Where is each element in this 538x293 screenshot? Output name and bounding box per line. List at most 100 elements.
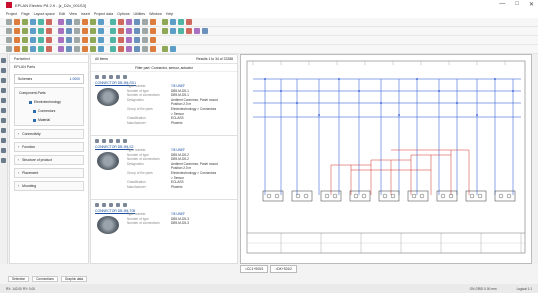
potential-icon[interactable]	[1, 148, 6, 153]
place-icon[interactable]	[123, 139, 127, 143]
toolbar-button-icon[interactable]	[14, 37, 20, 43]
toolbar-button-icon[interactable]	[82, 46, 88, 52]
toolbar-button-icon[interactable]	[90, 46, 96, 52]
group-structure[interactable]: › Structure of product	[14, 155, 84, 165]
info-icon[interactable]	[109, 75, 113, 79]
toolbar-button-icon[interactable]	[74, 37, 80, 43]
toolbar-button-icon[interactable]	[110, 46, 116, 52]
add-icon[interactable]	[95, 75, 99, 79]
toolbar-button-icon[interactable]	[150, 28, 156, 34]
toolbar-button-icon[interactable]	[178, 28, 184, 34]
toolbar-button-icon[interactable]	[66, 28, 72, 34]
toolbar-button-icon[interactable]	[22, 19, 28, 25]
toolbar-button-icon[interactable]	[46, 46, 52, 52]
toolbar-button-icon[interactable]	[38, 46, 44, 52]
toolbar-button-icon[interactable]	[58, 28, 64, 34]
copy-icon[interactable]	[102, 203, 106, 207]
toolbar-button-icon[interactable]	[134, 37, 140, 43]
toolbar-button-icon[interactable]	[98, 19, 104, 25]
toolbar-button-icon[interactable]	[46, 19, 52, 25]
toolbar-button-icon[interactable]	[126, 19, 132, 25]
group-mounting[interactable]: › Mounting	[14, 181, 84, 191]
toolbar-button-icon[interactable]	[82, 28, 88, 34]
toolbar-button-icon[interactable]	[134, 46, 140, 52]
scheme-filter[interactable]: Schemes 1.0000	[14, 74, 84, 84]
toolbar-button-icon[interactable]	[30, 37, 36, 43]
toolbar-button-icon[interactable]	[14, 46, 20, 52]
add-icon[interactable]	[95, 203, 99, 207]
toolbar-button-icon[interactable]	[14, 28, 20, 34]
toolbar-button-icon[interactable]	[186, 19, 192, 25]
tab-page-1[interactable]: =CC1+S00/1	[240, 265, 269, 273]
copy-icon[interactable]	[102, 139, 106, 143]
connection-icon[interactable]	[1, 88, 6, 93]
toolbar-button-icon[interactable]	[118, 19, 124, 25]
toolbar-button-icon[interactable]	[30, 46, 36, 52]
black-box-icon[interactable]	[1, 128, 6, 133]
toolbar-button-icon[interactable]	[178, 19, 184, 25]
toolbar-button-icon[interactable]	[82, 19, 88, 25]
toolbar-button-icon[interactable]	[134, 19, 140, 25]
place-icon[interactable]	[123, 203, 127, 207]
toolbar-button-icon[interactable]	[90, 19, 96, 25]
toolbar-button-icon[interactable]	[170, 19, 176, 25]
part-card[interactable]: CONNECTOR DB-9M-S2 Type number 7/8 UNEF Nu…	[91, 136, 237, 200]
toolbar-button-icon[interactable]	[110, 19, 116, 25]
toolbar-button-icon[interactable]	[6, 37, 12, 43]
toolbar-button-icon[interactable]	[162, 46, 168, 52]
toolbar-button-icon[interactable]	[14, 19, 20, 25]
tab-connections[interactable]: Connections	[32, 276, 58, 282]
toolbar-button-icon[interactable]	[58, 46, 64, 52]
menu-window[interactable]: Window	[149, 12, 162, 16]
toolbar-button-icon[interactable]	[142, 28, 148, 34]
info-icon[interactable]	[109, 203, 113, 207]
tree-item-electrotechnology[interactable]: Electrotechnology	[17, 99, 73, 105]
toolbar-button-icon[interactable]	[118, 37, 124, 43]
toolbar-button-icon[interactable]	[38, 19, 44, 25]
toolbar-button-icon[interactable]	[186, 28, 192, 34]
text-icon[interactable]	[1, 98, 6, 103]
line-icon[interactable]	[1, 68, 6, 73]
toolbar-button-icon[interactable]	[126, 28, 132, 34]
toolbar-button-icon[interactable]	[38, 28, 44, 34]
toolbar-button-icon[interactable]	[162, 28, 168, 34]
menu-edit[interactable]: Edit	[59, 12, 65, 16]
star-icon[interactable]	[116, 75, 120, 79]
toolbar-button-icon[interactable]	[30, 19, 36, 25]
add-icon[interactable]	[95, 139, 99, 143]
schematic-canvas[interactable]	[240, 54, 532, 264]
toolbar-button-icon[interactable]	[170, 46, 176, 52]
toolbar-button-icon[interactable]	[66, 37, 72, 43]
menu-options[interactable]: Options	[117, 12, 129, 16]
menu-page[interactable]: Page	[21, 12, 29, 16]
toolbar-button-icon[interactable]	[150, 37, 156, 43]
toolbar-button-icon[interactable]	[150, 46, 156, 52]
toolbar-button-icon[interactable]	[58, 19, 64, 25]
group-function[interactable]: › Function	[14, 142, 84, 152]
star-icon[interactable]	[116, 139, 120, 143]
minimize-button[interactable]: —	[499, 1, 505, 8]
menu-view[interactable]: View	[69, 12, 77, 16]
tree-item-material[interactable]: Material	[17, 117, 62, 123]
toolbar-button-icon[interactable]	[134, 28, 140, 34]
toolbar-button-icon[interactable]	[30, 28, 36, 34]
interruption-icon[interactable]	[1, 138, 6, 143]
toolbar-button-icon[interactable]	[126, 37, 132, 43]
menu-help[interactable]: Help	[166, 12, 173, 16]
macro-icon[interactable]	[1, 158, 6, 163]
nav-tab-label[interactable]: EPLAN Parts	[10, 63, 88, 71]
star-icon[interactable]	[116, 203, 120, 207]
toolbar-button-icon[interactable]	[22, 28, 28, 34]
menu-utilities[interactable]: Utilities	[134, 12, 146, 16]
menu-project[interactable]: Project	[6, 12, 17, 16]
toolbar-button-icon[interactable]	[90, 37, 96, 43]
toolbar-button-icon[interactable]	[66, 46, 72, 52]
menu-layout-space[interactable]: Layout space	[34, 12, 55, 16]
toolbar-button-icon[interactable]	[46, 37, 52, 43]
toolbar-button-icon[interactable]	[142, 19, 148, 25]
toolbar-button-icon[interactable]	[6, 46, 12, 52]
part-card[interactable]: CONNECTOR DB-9M-SD1 Type number 7/8 UNEF N…	[91, 72, 237, 136]
part-card[interactable]: CONNECTOR DB-9M-T08 Type number 7/8 UNEF N…	[91, 200, 237, 263]
toolbar-button-icon[interactable]	[118, 28, 124, 34]
toolbar-button-icon[interactable]	[110, 37, 116, 43]
